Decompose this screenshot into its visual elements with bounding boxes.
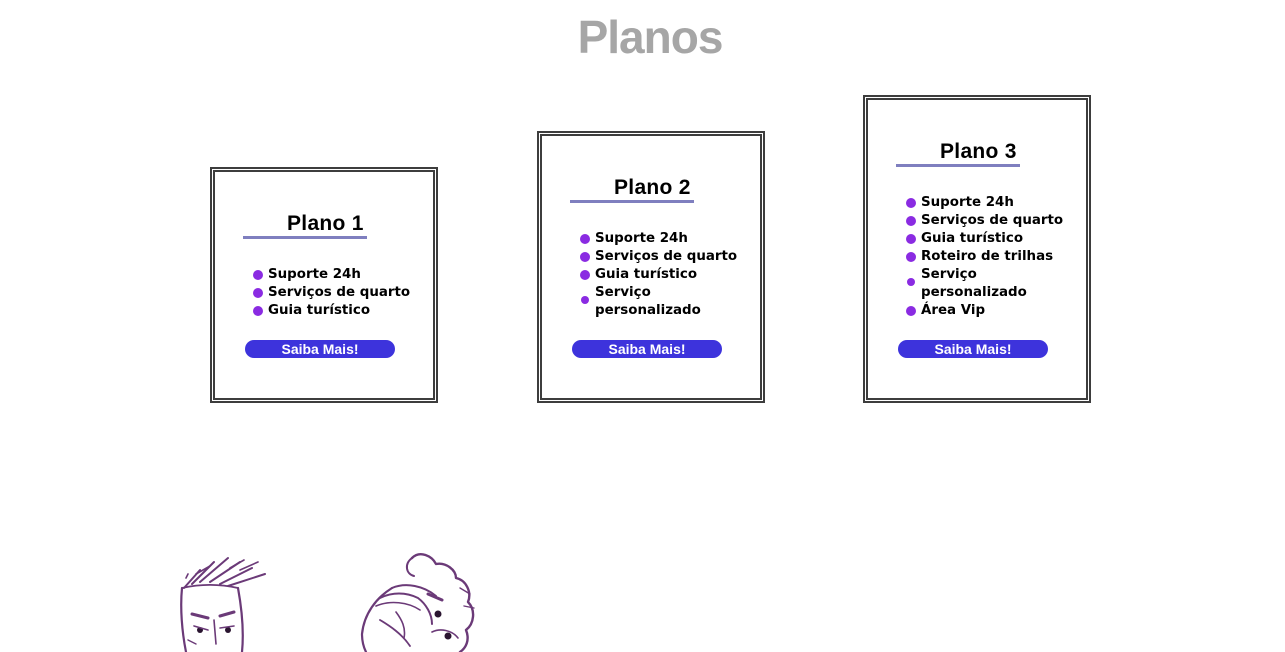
saiba-mais-button[interactable]: Saiba Mais! — [572, 340, 722, 358]
plan-title: Plano 1 — [287, 212, 364, 235]
bullet-icon — [253, 288, 263, 298]
feature-item: Guia turístico — [580, 266, 737, 284]
plan-card-2: Plano 2 Suporte 24h Serviços de quarto G… — [537, 131, 765, 403]
plan-title-underline — [896, 164, 1020, 167]
bullet-icon — [906, 252, 916, 262]
bullet-icon — [906, 234, 916, 244]
bullet-icon — [253, 270, 263, 280]
plan-title: Plano 2 — [614, 176, 691, 199]
feature-item: Suporte 24h — [253, 266, 410, 284]
plan-title-underline — [243, 236, 367, 239]
saiba-mais-button[interactable]: Saiba Mais! — [898, 340, 1048, 358]
feature-list: Suporte 24h Serviços de quarto Guia turí… — [580, 230, 737, 320]
feature-item: Serviço personalizado — [580, 284, 715, 320]
feature-item: Área Vip — [906, 302, 1063, 320]
feature-item: Guia turístico — [906, 230, 1063, 248]
bullet-icon — [906, 198, 916, 208]
feature-item: Suporte 24h — [906, 194, 1063, 212]
feature-item: Serviços de quarto — [580, 248, 737, 266]
plan-title: Plano 3 — [940, 140, 1017, 163]
feature-item: Guia turístico — [253, 302, 410, 320]
bullet-icon — [906, 306, 916, 316]
saiba-mais-button[interactable]: Saiba Mais! — [245, 340, 395, 358]
feature-list: Suporte 24h Serviços de quarto Guia turí… — [253, 266, 410, 320]
bullet-icon — [580, 234, 590, 244]
plan-card-1: Plano 1 Suporte 24h Serviços de quarto G… — [210, 167, 438, 403]
feature-item: Serviços de quarto — [906, 212, 1063, 230]
feature-list: Suporte 24h Serviços de quarto Guia turí… — [906, 194, 1063, 320]
bullet-icon — [906, 216, 916, 226]
bullet-icon — [581, 296, 589, 304]
page-title: Planos — [577, 11, 724, 63]
bullet-icon — [907, 278, 915, 286]
sketch-characters-illustration — [170, 548, 510, 652]
feature-item: Suporte 24h — [580, 230, 737, 248]
page: Planos Plano 1 Suporte 24h Serviços de q… — [0, 0, 1285, 652]
feature-item: Serviço personalizado — [906, 266, 1041, 302]
bullet-icon — [253, 306, 263, 316]
feature-item: Roteiro de trilhas — [906, 248, 1063, 266]
plan-card-3: Plano 3 Suporte 24h Serviços de quarto G… — [863, 95, 1091, 403]
bullet-icon — [580, 270, 590, 280]
sketch-icon — [180, 553, 475, 652]
plan-title-underline — [570, 200, 694, 203]
feature-item: Serviços de quarto — [253, 284, 410, 302]
bullet-icon — [580, 252, 590, 262]
